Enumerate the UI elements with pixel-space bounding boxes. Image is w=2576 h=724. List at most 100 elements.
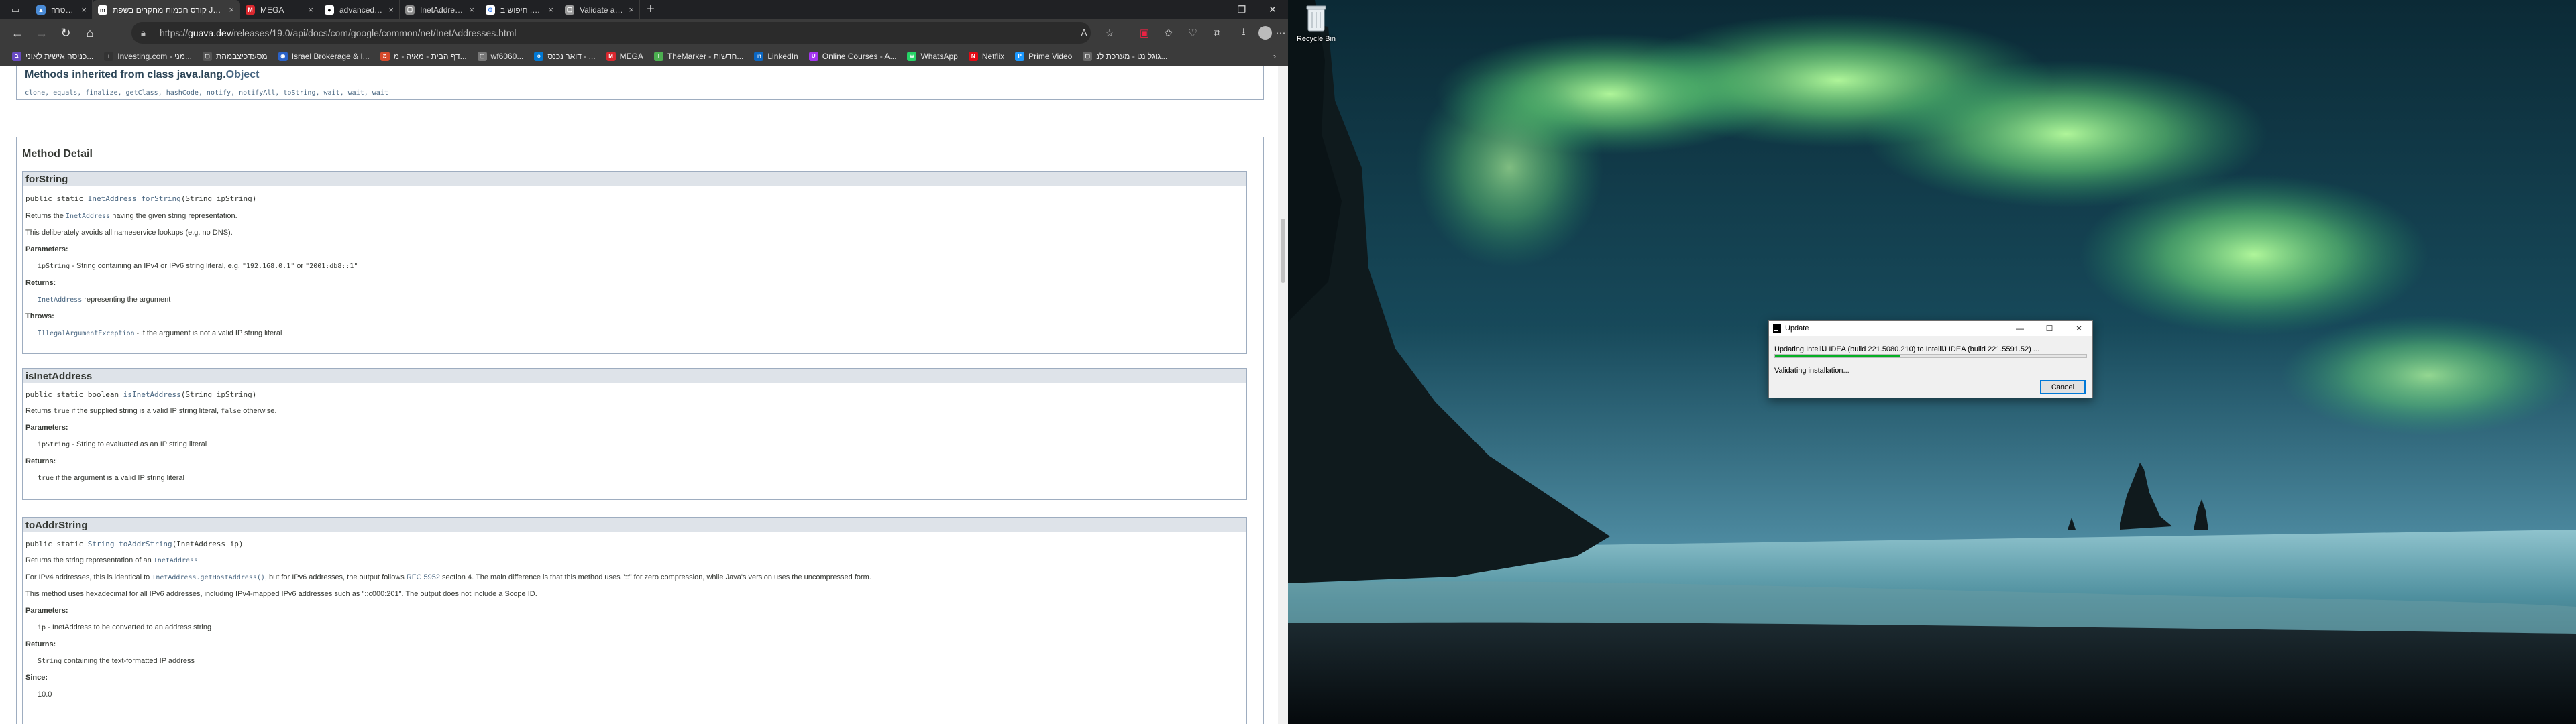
inetaddress-link[interactable]: InetAddress — [66, 213, 110, 220]
rfc-link[interactable]: RFC 5952 — [407, 573, 440, 581]
bookmark-item[interactable]: in LinkedIn — [749, 51, 803, 61]
bookmark-item[interactable]: w WhatsApp — [902, 51, 963, 61]
desc-text: For IPv4 addresses, this is identical to — [25, 573, 152, 581]
progress-fill — [1775, 355, 1900, 357]
param-desc: to be converted to an address string — [91, 623, 212, 631]
bookmark-item[interactable]: o דואר נכנס - ... — [529, 51, 600, 61]
returns-item: InetAddress representing the argument — [38, 296, 170, 304]
bookmark-label: MEGA — [619, 51, 643, 61]
dialog-maximize-button[interactable]: ☐ — [2035, 321, 2064, 336]
bookmark-item[interactable]: P Prime Video — [1010, 51, 1077, 61]
bookmark-icon: T — [653, 51, 663, 61]
bookmark-item[interactable]: T TheMarker - חדשות... — [649, 51, 749, 61]
close-window-button[interactable]: ✕ — [1257, 0, 1288, 19]
bookmark-item[interactable]: ▢ wf6060... — [472, 51, 529, 61]
performance-button[interactable]: ♡ — [1182, 22, 1203, 44]
object-class-link[interactable]: Object — [226, 69, 260, 80]
cancel-button[interactable]: Cancel — [2040, 380, 2086, 394]
tab-4[interactable]: ▢ InetAddresses (Guava: Google C × — [400, 0, 480, 19]
bookmark-item[interactable]: מ דף הבית - מאיה - מ... — [375, 51, 472, 61]
bookmark-icon: מ — [380, 51, 390, 61]
read-aloud-icon: A — [1080, 27, 1087, 39]
bookmark-item[interactable]: ◉ Israel Brokerage & I... — [273, 51, 375, 61]
collections-button[interactable]: ⧉ — [1206, 22, 1228, 44]
tab-favicon-2: M — [246, 5, 255, 15]
close-icon[interactable]: × — [388, 5, 394, 15]
favorite-button[interactable]: ☆ — [1099, 22, 1120, 44]
gethostaddress-link[interactable]: InetAddress.getHostAddress() — [152, 574, 265, 581]
close-icon[interactable]: × — [308, 5, 313, 15]
netflix-icon: N — [968, 51, 978, 61]
sig-modifiers: public static boolean — [25, 390, 123, 399]
tab-actions[interactable]: ▭ — [0, 0, 31, 19]
tab-5[interactable]: G חיפוש ב .nlo - Google × — [480, 0, 559, 19]
tab-1[interactable]: m קורס חכמות מחקרים בשפת Java × — [93, 0, 240, 19]
extension-button[interactable]: ▣ — [1134, 22, 1155, 44]
tab-title-5: חיפוש ב .nlo - Google — [500, 5, 543, 15]
desc-text: , but for IPv6 addresses, the output fol… — [264, 573, 407, 581]
linkedin-icon: in — [754, 51, 764, 61]
bookmark-item[interactable]: M MEGA — [601, 51, 649, 61]
close-icon[interactable]: × — [629, 5, 634, 15]
recycle-bin[interactable]: Recycle Bin — [1295, 4, 1338, 43]
maximize-button[interactable]: ❐ — [1226, 0, 1257, 19]
bookmark-item[interactable]: i Investing.com - מני... — [99, 51, 197, 61]
inherited-methods-list[interactable]: clone, equals, finalize, getClass, hashC… — [25, 89, 388, 97]
bookmark-item[interactable]: ▢ גוגל נט - מערכת לנ... — [1077, 51, 1173, 61]
lock-icon: 🔒︎ — [141, 27, 146, 38]
bookmark-item[interactable]: U Online Courses - A... — [804, 51, 902, 61]
address-bar[interactable]: 🔒︎ https://guava.dev/releases/19.0/api/d… — [131, 22, 1091, 44]
back-button[interactable]: ← — [5, 21, 30, 45]
method-description: Returns the InetAddress having the given… — [25, 212, 237, 220]
more-bookmarks-button[interactable]: › — [1268, 52, 1281, 61]
bookmark-item[interactable]: ▢ מסעדכיצבמהת — [197, 51, 273, 61]
tab-0[interactable]: ▲ ממטרה × — [31, 0, 93, 19]
star-icon: ☆ — [1105, 27, 1114, 39]
sig-params: (InetAddress ip) — [172, 540, 244, 548]
dialog-minimize-button[interactable]: — — [2005, 321, 2035, 336]
reload-icon: ↻ — [60, 25, 71, 40]
parameter-item: ipString - String containing an IPv4 or … — [38, 262, 358, 270]
method-name: toAddrString — [23, 518, 1246, 532]
dialog-title: Update — [1785, 324, 1809, 333]
sig-return-type[interactable]: String — [88, 540, 115, 548]
read-aloud-button[interactable]: A — [1073, 22, 1095, 44]
tab-favicon-4: ▢ — [405, 5, 415, 15]
arrow-right-icon: → — [36, 25, 48, 40]
parameters-label: Parameters: — [25, 245, 68, 253]
bookmark-item[interactable]: ב כניסה אישית לאוני... — [7, 51, 99, 61]
since-label: Since: — [25, 674, 48, 682]
downloads-button[interactable]: ⭳ — [1233, 22, 1254, 44]
minimize-button[interactable]: — — [1195, 0, 1226, 19]
tab-3[interactable]: ● advanced-java/ChatController.j × — [319, 0, 400, 19]
home-button[interactable]: ⌂ — [78, 21, 102, 45]
sig-return-type[interactable]: InetAddress — [88, 194, 137, 203]
dialog-close-button[interactable]: ✕ — [2064, 321, 2094, 336]
returns-desc: containing the text-formatted IP address — [62, 657, 195, 665]
minimize-icon: — — [2016, 324, 2024, 333]
bookmark-label: WhatsApp — [920, 51, 958, 61]
tab-2[interactable]: M MEGA × — [240, 0, 319, 19]
github-icon: ● — [325, 5, 334, 15]
param-name: ipString — [38, 263, 70, 270]
close-icon[interactable]: × — [81, 5, 87, 15]
bookmark-item[interactable]: N Netflix — [963, 51, 1010, 61]
new-tab-button[interactable]: + — [640, 0, 661, 19]
exception-link[interactable]: IllegalArgumentException — [38, 330, 135, 337]
close-icon[interactable]: × — [548, 5, 553, 15]
page-scrollbar[interactable] — [1278, 66, 1288, 724]
reload-button[interactable]: ↻ — [54, 21, 78, 45]
url-host: guava.dev — [188, 27, 231, 38]
inetaddress-link[interactable]: InetAddress — [38, 296, 82, 304]
close-icon[interactable]: × — [229, 5, 234, 15]
menu-button[interactable]: ⋯ — [1273, 22, 1288, 44]
inetaddress-link[interactable]: InetAddress — [154, 557, 198, 564]
update-progress-bar — [1774, 354, 2087, 358]
method-detail-section: Method Detail forString public static In… — [16, 137, 1264, 724]
tab-6[interactable]: ▢ Validate an IP address in Java | × — [559, 0, 640, 19]
workspaces-icon[interactable]: ▭ — [11, 5, 19, 15]
scrollbar-thumb[interactable] — [1281, 219, 1285, 283]
favorites-button[interactable]: ✩ — [1158, 22, 1179, 44]
close-icon[interactable]: × — [469, 5, 474, 15]
forward-button[interactable]: → — [30, 21, 54, 45]
